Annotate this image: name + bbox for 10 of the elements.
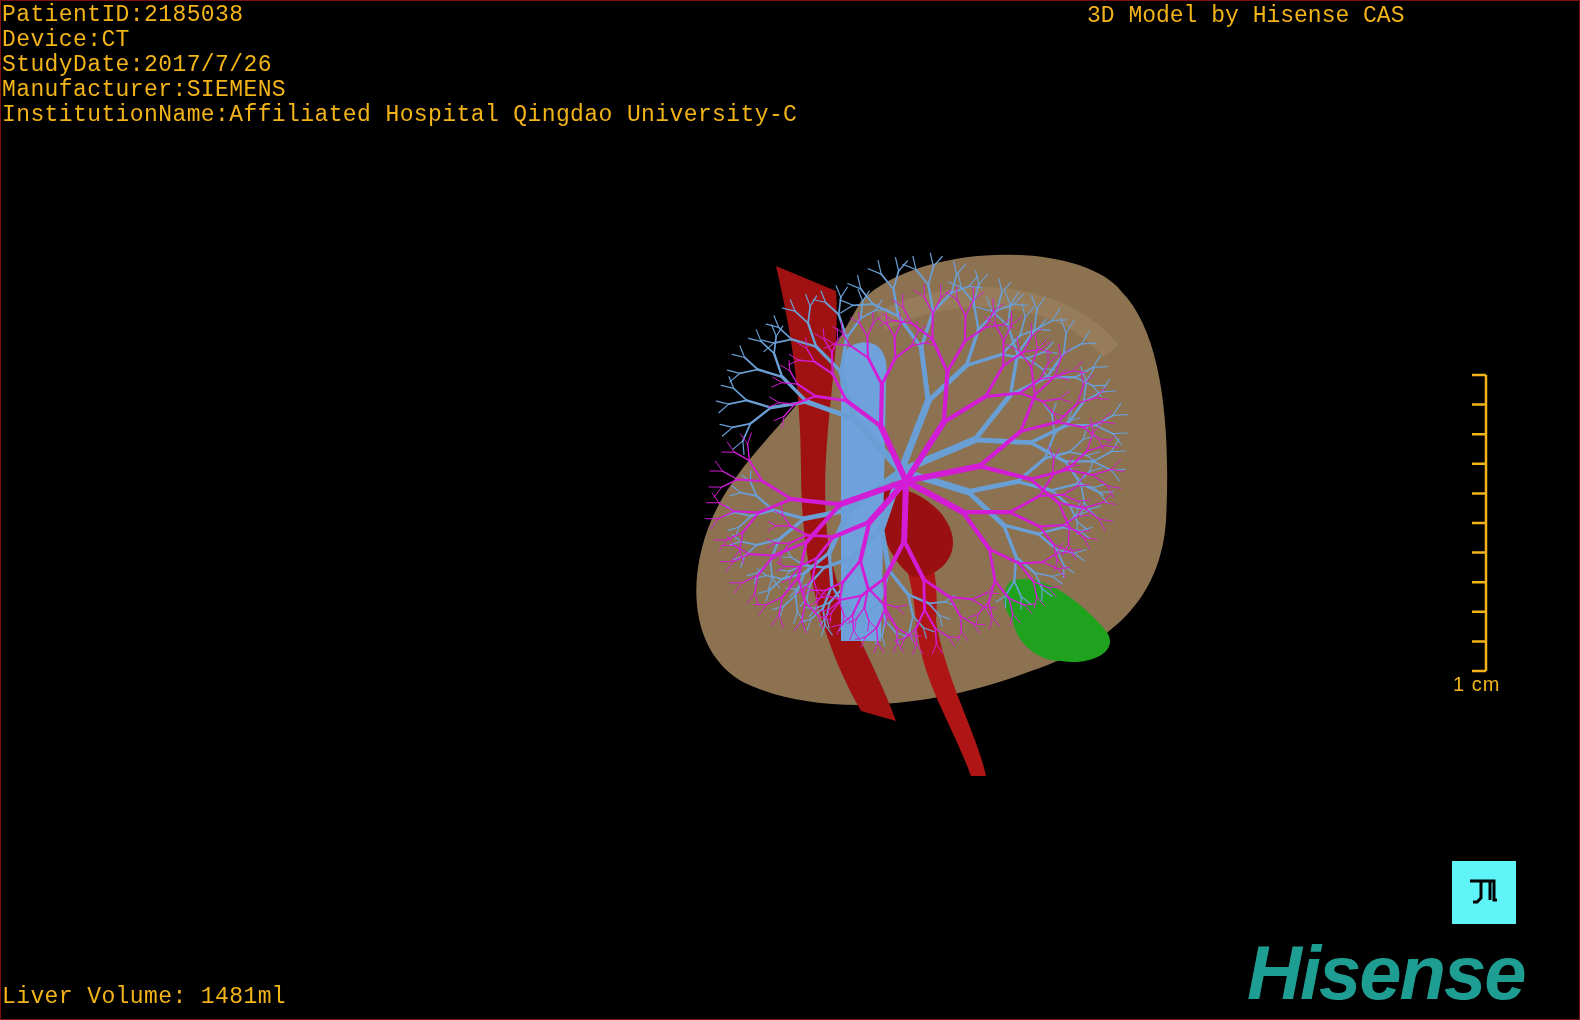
orientation-button[interactable] [1452,861,1516,924]
model-credit: 3D Model by Hisense CAS [1087,3,1405,29]
brand-logo: Hisense [1247,935,1525,1011]
study-info-line: Device:CT [2,28,130,53]
scale-label: 1 cm [1453,673,1501,696]
study-info-line: InstitutionName:Affiliated Hospital Qingdao University-C [2,103,798,128]
study-info-line: Manufacturer:SIEMENS [2,78,287,103]
liver-volume: Liver Volume: 1481ml [2,984,287,1010]
study-info-line: PatientID:2185038 [2,3,244,28]
study-info-line: StudyDate:2017/7/26 [2,53,272,78]
